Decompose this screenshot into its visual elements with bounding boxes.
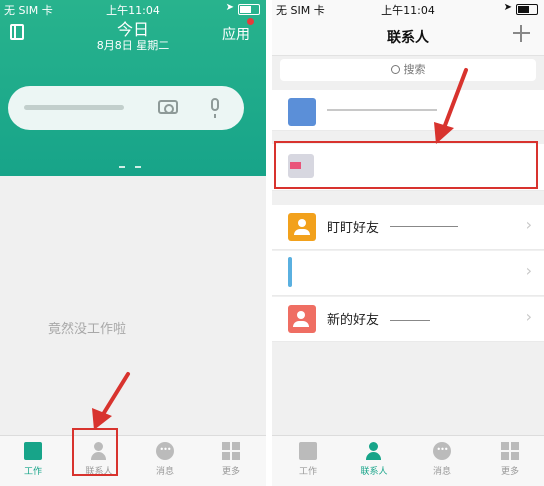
add-icon[interactable] xyxy=(513,25,530,42)
list-item-label: 新的好友 xyxy=(327,313,380,328)
contacts-tab-highlight xyxy=(72,428,118,476)
red-add-person-icon xyxy=(288,305,316,333)
chevron-right-icon: › xyxy=(525,307,532,326)
tab-label: 联系人 xyxy=(360,467,388,477)
today-header: 无 SIM 卡 上午11:04 ➤ 今日 8月8日 星期二 应用 xyxy=(0,0,266,176)
quick-input-bar[interactable] xyxy=(8,86,244,130)
redacted-underline xyxy=(390,226,458,227)
page-title: 联系人 xyxy=(387,30,429,46)
quick-input-placeholder xyxy=(24,105,124,110)
tab-work[interactable]: 工作 xyxy=(278,442,338,477)
empty-state-message: 竟然没工作啦 xyxy=(48,322,127,337)
notification-dot xyxy=(247,18,254,25)
tab-label: 工作 xyxy=(298,467,317,477)
chevron-right-icon: › xyxy=(525,261,532,280)
tab-label: 更多 xyxy=(500,467,519,477)
redacted-name xyxy=(327,109,437,111)
apps-button[interactable]: 应用 xyxy=(222,24,250,44)
chevron-right-icon: › xyxy=(525,215,532,234)
orange-person-icon xyxy=(288,213,316,241)
more-icon xyxy=(501,442,519,460)
tab-contacts[interactable]: 联系人 xyxy=(344,442,404,477)
tab-more[interactable]: 更多 xyxy=(480,442,540,477)
blue-bar-icon xyxy=(288,257,292,287)
tab-messages[interactable]: 消息 xyxy=(135,442,195,477)
tab-bar: 工作 联系人 消息 更多 xyxy=(0,435,266,486)
work-icon xyxy=(299,442,317,460)
tab-messages[interactable]: 消息 xyxy=(412,442,472,477)
message-icon xyxy=(433,442,451,460)
blue-building-icon xyxy=(288,98,316,126)
mic-icon[interactable] xyxy=(211,98,219,118)
tab-label: 更多 xyxy=(221,467,240,477)
tab-work[interactable]: 工作 xyxy=(3,442,63,477)
organization-row-highlight xyxy=(274,141,538,189)
location-icon: ➤ xyxy=(225,2,234,13)
list-item-label: 盯盯好友 xyxy=(327,221,380,236)
contacts-header: 无 SIM 卡 上午11:04 ➤ 联系人 xyxy=(272,0,544,56)
tab-bar: 工作 联系人 消息 更多 xyxy=(272,435,544,486)
redacted-underline xyxy=(390,320,430,321)
tab-label: 消息 xyxy=(155,467,174,477)
message-icon xyxy=(156,442,174,460)
tab-label: 消息 xyxy=(432,467,451,477)
contacts-icon xyxy=(365,442,383,460)
location-icon: ➤ xyxy=(503,2,512,13)
status-bar: 无 SIM 卡 上午11:04 ➤ xyxy=(272,0,544,18)
battery-icon xyxy=(516,4,538,15)
list-item-dingding-friends[interactable]: 盯盯好友 › xyxy=(272,205,544,250)
page-indicator xyxy=(119,166,141,168)
pointer-arrow xyxy=(92,372,130,430)
more-icon xyxy=(222,442,240,460)
camera-icon[interactable] xyxy=(158,100,178,114)
workbench-screen: 无 SIM 卡 上午11:04 ➤ 今日 8月8日 星期二 应用 竟然没工作啦 … xyxy=(0,0,266,486)
work-icon xyxy=(24,442,42,460)
contacts-screen: 无 SIM 卡 上午11:04 ➤ 联系人 搜索 盯盯好友 › › 新的好友 ›… xyxy=(272,0,544,486)
tab-more[interactable]: 更多 xyxy=(201,442,261,477)
list-item-company[interactable] xyxy=(272,90,544,131)
list-item-new-friends[interactable]: 新的好友 › xyxy=(272,297,544,342)
search-placeholder: 搜索 xyxy=(403,63,426,76)
list-item-department[interactable]: › xyxy=(272,251,544,296)
tab-label: 工作 xyxy=(23,467,42,477)
search-input[interactable]: 搜索 xyxy=(280,59,536,81)
battery-icon xyxy=(238,4,260,15)
search-icon xyxy=(390,65,400,74)
